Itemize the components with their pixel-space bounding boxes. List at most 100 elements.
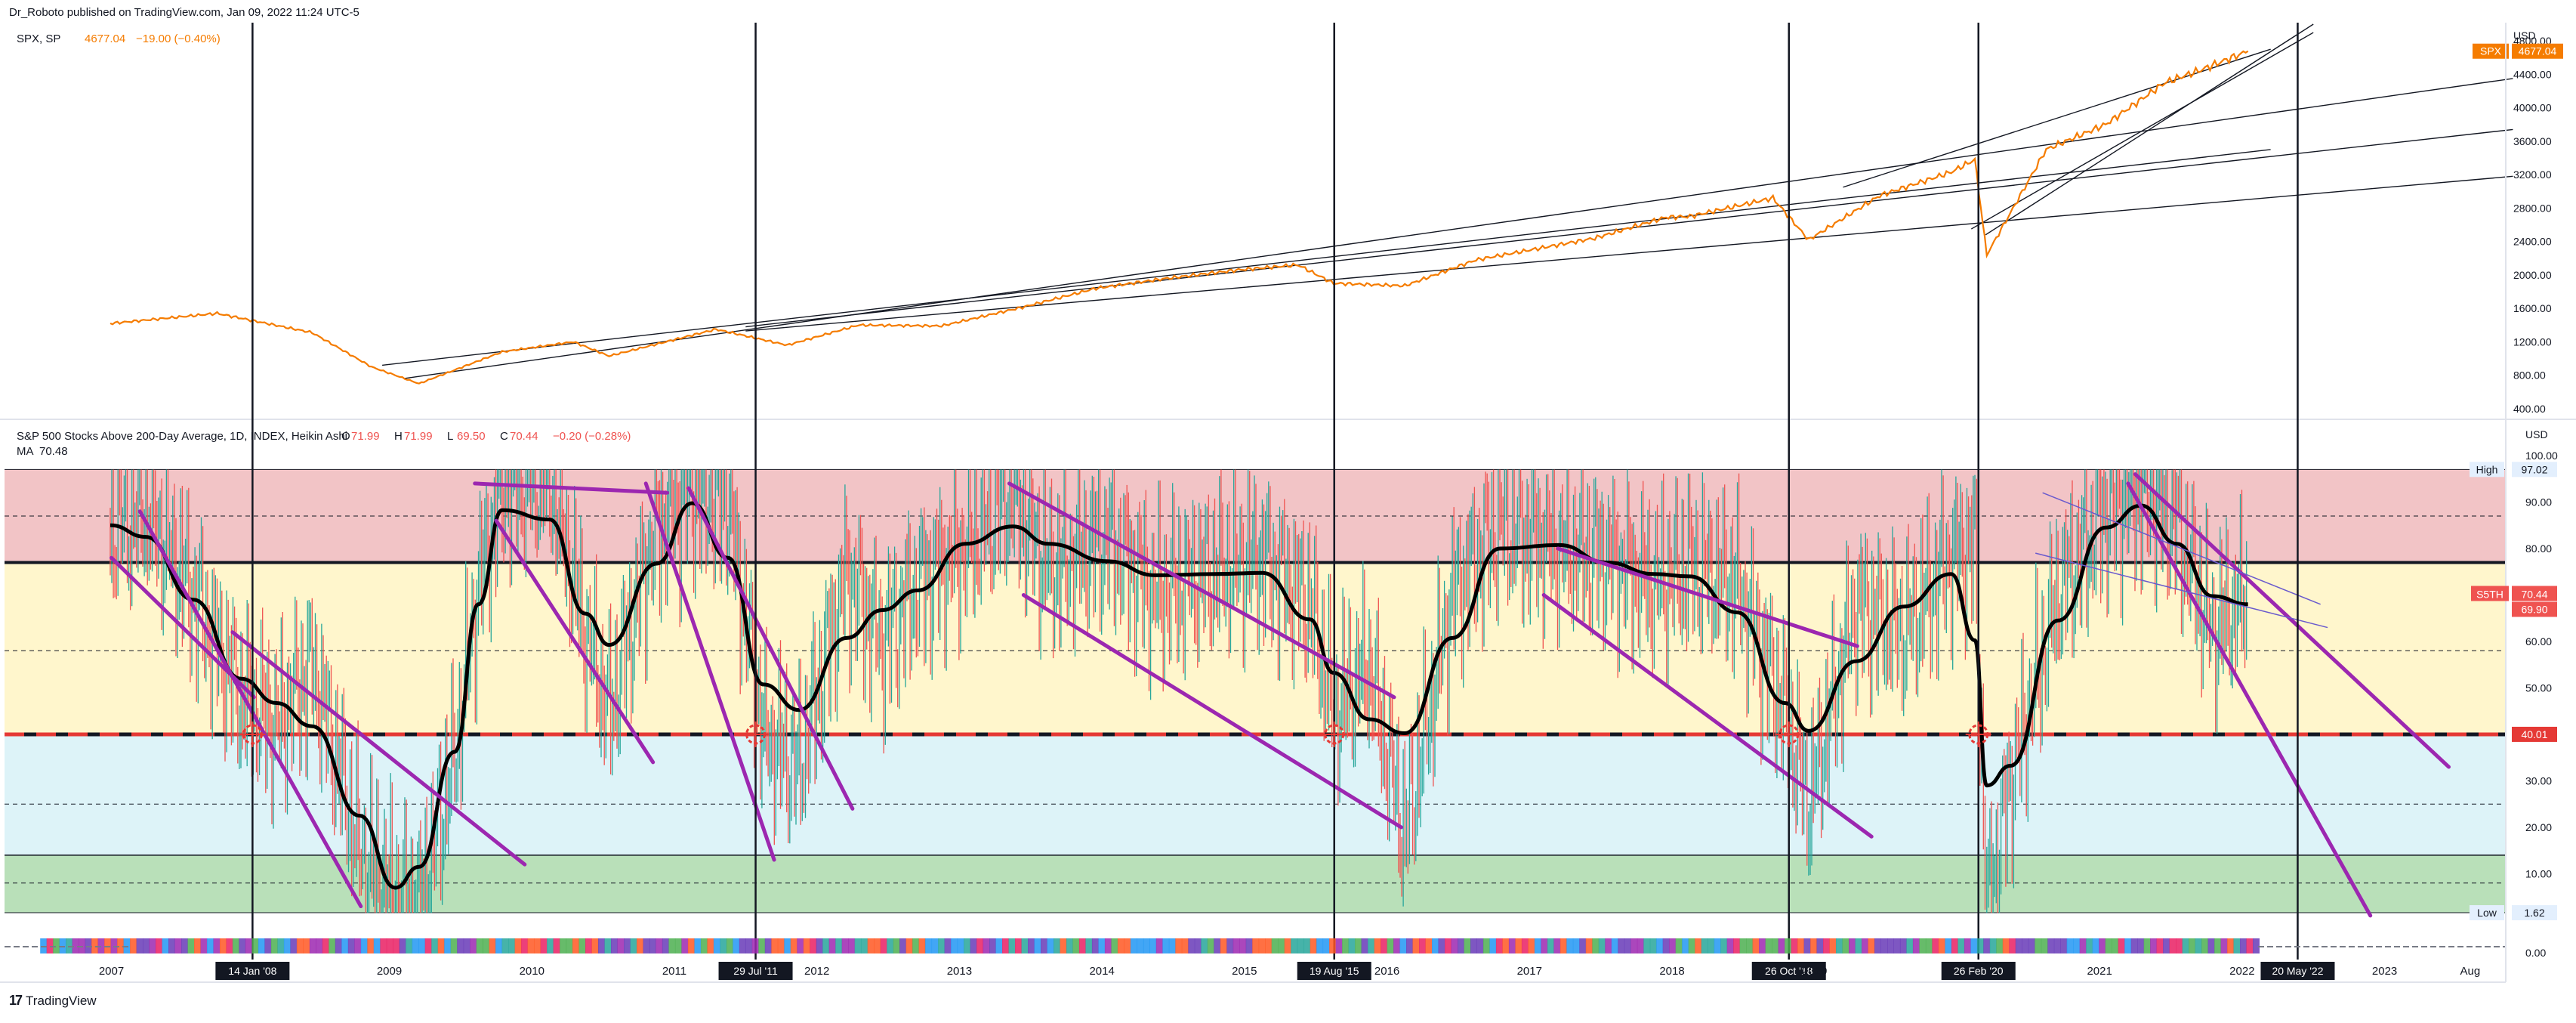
strip-mark [1143,938,1150,953]
strip-mark [1862,938,1868,953]
x-tick-2010: 2010 [520,965,545,978]
strip-mark [181,938,188,953]
breadth-axis-tick-4: 60.00 [2525,635,2552,647]
strip-mark [976,938,984,953]
strip-mark [1034,938,1041,953]
strip-mark [1662,938,1670,953]
strip-mark [694,938,702,953]
strip-mark [521,938,529,953]
strip-mark [810,938,817,953]
x-tick-2014: 2014 [1089,965,1114,978]
breadth-axis-tick-0: 100.00 [2525,450,2558,462]
strip-mark [1541,938,1548,953]
strip-mark [668,938,676,953]
strip-mark [643,938,650,953]
x-tick-2011: 2011 [662,965,686,978]
strip-mark [380,938,387,953]
strip-mark [1656,938,1664,953]
strip-mark [1708,938,1715,953]
strip-mark [1482,938,1490,953]
strip-mark [733,938,740,953]
strip-mark [444,938,452,953]
strip-mark [964,938,971,953]
strip-mark [1592,938,1600,953]
price-axis-currency: USD [2513,29,2536,42]
strip-mark [1278,938,1285,953]
high-label: High [2476,463,2498,475]
strip-mark [1797,938,1805,953]
strip-mark [1874,938,1881,953]
strip-mark [1810,938,1818,953]
price-axis-tick-3: 3600.00 [2513,135,2552,147]
strip-mark [970,938,977,953]
ma-tag: 69.90 [2521,604,2547,616]
strip-mark [1637,938,1644,953]
strip-mark [1566,938,1574,953]
strip-mark [2214,938,2222,953]
strip-mark [1925,938,1933,953]
strip-mark [1585,938,1593,953]
strip-mark [1188,938,1195,953]
strip-mark [739,938,746,953]
price-channel-line-4 [1970,32,2314,230]
strip-mark [476,938,483,953]
breadth-o_label: O [341,430,350,443]
x-tick-2018: 2018 [1659,965,1684,978]
strip-mark [681,938,689,953]
breadth-axis-currency: USD [2525,428,2548,440]
strip-mark [1342,938,1350,953]
strip-mark [2099,938,2106,953]
strip-mark [1912,938,1920,953]
strip-mark [2220,938,2228,953]
strip-mark [1880,938,1888,953]
strip-mark [2233,938,2241,953]
strip-mark [1983,938,1991,953]
strip-mark [578,938,586,953]
breadth-axis-tick-9: 10.00 [2525,868,2552,880]
strip-mark [1624,938,1631,953]
strip-mark [700,938,708,953]
strip-mark [803,938,810,953]
spx-change: −19.00 (−0.40%) [136,32,221,45]
breadth-title: S&P 500 Stocks Above 200-Day Average, 1D… [17,430,347,443]
strip-mark [245,938,252,953]
strip-mark [1399,938,1407,953]
strip-mark [1239,938,1247,953]
strip-mark [130,938,137,953]
strip-mark [1976,938,1984,953]
x-tick-2020: 2020 [1802,965,1827,978]
strip-mark [1739,938,1747,953]
strip-mark [303,938,310,953]
strip-mark [1534,938,1541,953]
strip-mark [2189,938,2196,953]
strip-mark [213,938,221,953]
strip-mark [495,938,503,953]
strip-mark [1458,938,1464,953]
breadth-axis-tick-8: 20.00 [2525,821,2552,833]
price-axis-tick-8: 1600.00 [2513,302,2552,314]
strip-mark [662,938,669,953]
strip-mark [1964,938,1971,953]
strip-mark [174,938,182,953]
strip-mark [1451,938,1458,953]
strip-mark [720,938,727,953]
strip-mark [2047,938,2055,953]
strip-mark [143,938,150,953]
strip-mark [1348,938,1356,953]
strip-mark [1258,938,1266,953]
strip-mark [674,938,682,953]
last-value: 70.44 [2521,589,2547,601]
strip-mark [1470,938,1477,953]
strip-mark [322,938,329,953]
strip-mark [995,938,1003,953]
strip-mark [367,938,375,953]
price-channel-line-6 [1843,48,2271,188]
low-label: Low [2477,907,2497,919]
strip-mark [226,938,233,953]
strip-mark [1419,938,1426,953]
strip-mark [2053,938,2061,953]
strip-mark [1996,938,2004,953]
strip-mark [1361,938,1368,953]
strip-mark [918,938,926,953]
price-axis-tick-9: 1200.00 [2513,335,2552,348]
